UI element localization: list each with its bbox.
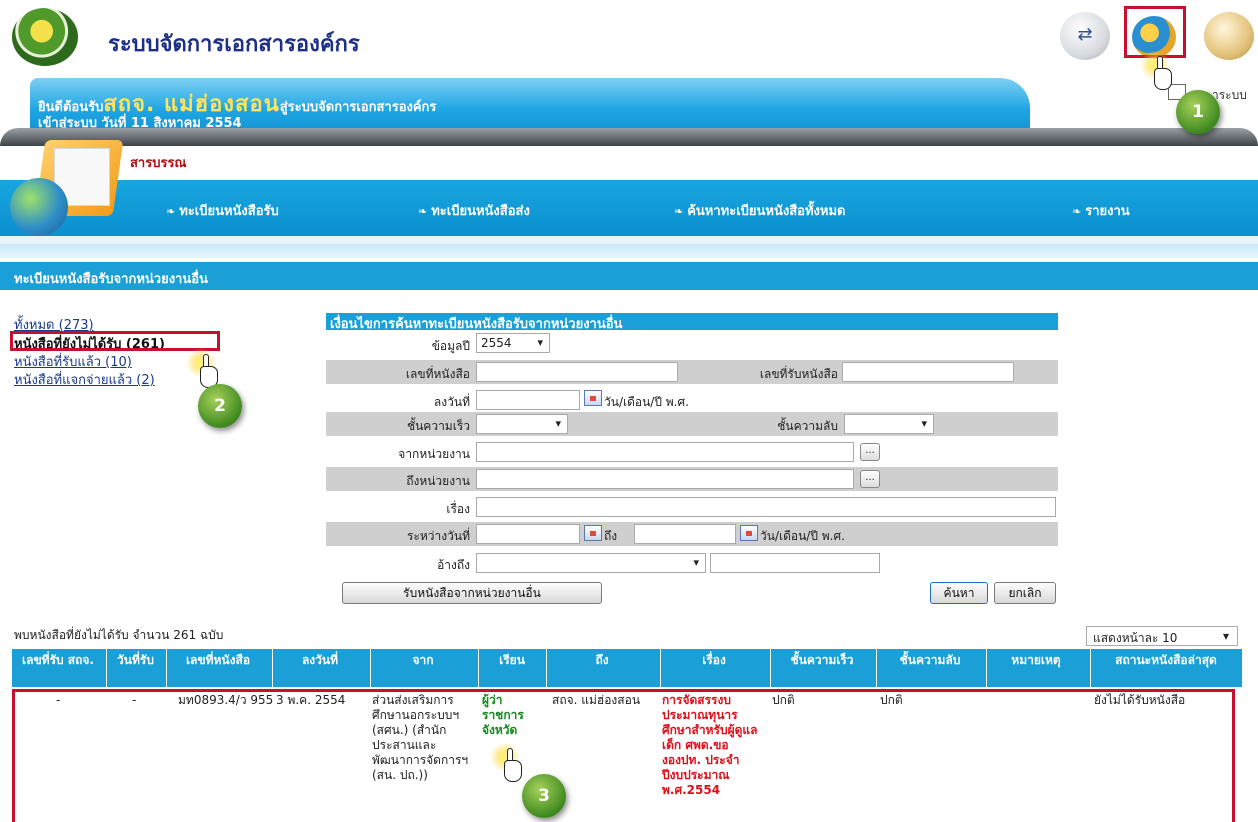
calendar-icon[interactable] (584, 390, 602, 406)
col-to-person: เรียน (499, 653, 525, 667)
date-hint: วัน/เดือน/ปี พ.ศ. (604, 395, 689, 409)
col-subject: เรื่อง (702, 653, 726, 667)
to-org-label: ถึงหน่วยงาน (406, 474, 470, 488)
col-doc-date: ลงวันที่ (301, 653, 339, 667)
subject-label: เรื่อง (446, 502, 470, 516)
cell-recv-date: - (132, 693, 137, 707)
section-title: ทะเบียนหนังสือรับจากหน่วยงานอื่น (14, 272, 208, 287)
highlight-filter (10, 331, 220, 351)
ref-label: อ้างถึง (437, 558, 470, 572)
table-row[interactable] (12, 689, 1235, 822)
year-select[interactable]: 2554 (476, 333, 550, 353)
cell-doc-date: 3 พ.ค. 2554 (276, 693, 346, 707)
search-button[interactable]: ค้นหา (930, 582, 988, 604)
cell-to-org: สถจ. แม่ฮ่องสอน (552, 693, 641, 707)
results-summary: พบหนังสือที่ยังไม่ได้รับ จำนวน 261 ฉบับ (14, 628, 224, 642)
recv-no-input[interactable] (842, 362, 1014, 382)
subject-input[interactable] (476, 497, 1056, 517)
col-secrecy: ชั้นความลับ (899, 653, 961, 667)
from-org-input[interactable] (476, 442, 854, 462)
header-divider (0, 128, 1258, 146)
from-org-label: จากหน่วยงาน (398, 447, 470, 461)
col-to-org: ถึง (595, 653, 609, 667)
nav-sent-register[interactable]: ❧ ทะเบียนหนังสือส่ง (418, 200, 530, 221)
step-marker-2: 2 (198, 384, 242, 428)
secrecy-select[interactable] (844, 414, 934, 434)
doc-no-label: เลขที่หนังสือ (405, 367, 470, 381)
nav-received-register[interactable]: ❧ ทะเบียนหนังสือรับ (166, 200, 279, 221)
col-urgency: ชั้นความเร็ว (790, 653, 854, 667)
calendar-icon[interactable] (740, 525, 758, 541)
date-range-hint: วัน/เดือน/ปี พ.ศ. (760, 529, 845, 543)
year-label: ข้อมูลปี (431, 339, 470, 353)
to-word: ถึง (604, 529, 618, 543)
cell-secrecy: ปกติ (880, 693, 903, 707)
date-to-input[interactable] (634, 524, 736, 544)
col-status: สถานะหนังสือล่าสุด (1115, 653, 1217, 667)
search-heading: เงื่อนไขการค้นหาทะเบียนหนังสือรับจากหน่ว… (330, 317, 623, 332)
cell-subject-link[interactable]: การจัดสรรงบประมาณทุนารศึกษาสำหรับผู้ดูแล… (662, 693, 766, 798)
from-org-browse-button[interactable]: ... (860, 443, 880, 461)
recv-no-label: เลขที่รับหนังสือ (759, 367, 838, 381)
filter-distributed[interactable]: หนังสือที่แจกจ่ายแล้ว (2) (14, 369, 155, 390)
nav-reports[interactable]: ❧ รายงาน (1072, 200, 1130, 221)
network-icon[interactable]: ⇄ (1060, 12, 1110, 60)
cell-status: ยังไม่ได้รับหนังสือ (1094, 693, 1186, 707)
ref-input[interactable] (710, 553, 880, 573)
to-org-browse-button[interactable]: ... (860, 470, 880, 488)
bullet-icon: ❧ (674, 205, 684, 218)
bullet-icon: ❧ (166, 205, 176, 218)
secrecy-label: ชั้นความลับ (777, 419, 838, 433)
cell-from: ส่วนส่งเสริมการศึกษานอกระบบฯ (สศน.) (สำน… (372, 693, 469, 782)
globe-icon (10, 178, 68, 236)
date-input[interactable] (476, 390, 580, 410)
cell-recv-no: - (56, 693, 61, 707)
cell-to-person-link[interactable]: ผู้ว่าราชการจังหวัด (482, 693, 542, 738)
menu-title: สารบรรณ (130, 156, 187, 171)
app-title: ระบบจัดการเอกสารองค์กร (108, 32, 360, 57)
step-marker-3: 3 (522, 774, 566, 818)
doc-no-input[interactable] (476, 362, 678, 382)
organization-logo (12, 8, 78, 66)
nav-search-all[interactable]: ❧ ค้นหาทะเบียนหนังสือทั้งหมด (674, 200, 845, 221)
ref-select[interactable] (476, 553, 706, 573)
col-note: หมายเหตุ (1011, 653, 1061, 667)
key-icon[interactable] (1204, 12, 1254, 60)
urgency-select[interactable] (476, 414, 568, 434)
date-from-input[interactable] (476, 524, 580, 544)
pointer-hand-icon (1140, 50, 1180, 96)
step-marker-1: 1 (1176, 90, 1220, 134)
receive-from-other-button[interactable]: รับหนังสือจากหน่วยงานอื่น (342, 582, 602, 604)
col-recv-date: วันที่รับ (117, 653, 154, 667)
col-from: จาก (412, 653, 434, 667)
cancel-button[interactable]: ยกเลิก (994, 582, 1056, 604)
cell-urgency: ปกติ (772, 693, 795, 707)
to-org-input[interactable] (476, 469, 854, 489)
cell-doc-no: มท0893.4/ว 955 (178, 693, 274, 707)
folder-icon (10, 140, 124, 236)
bullet-icon: ❧ (1072, 205, 1082, 218)
per-page-select[interactable]: แสดงหน้าละ 10 (1086, 626, 1238, 646)
date-label: ลงวันที่ (433, 395, 470, 409)
col-doc-no: เลขที่หนังสือ (185, 653, 251, 667)
between-label: ระหว่างวันที่ (407, 529, 470, 543)
urgency-label: ชั้นความเร็ว (406, 419, 470, 433)
calendar-icon[interactable] (584, 525, 602, 541)
col-recv-no: เลขที่รับ สถจ. (22, 653, 94, 667)
bullet-icon: ❧ (418, 205, 428, 218)
